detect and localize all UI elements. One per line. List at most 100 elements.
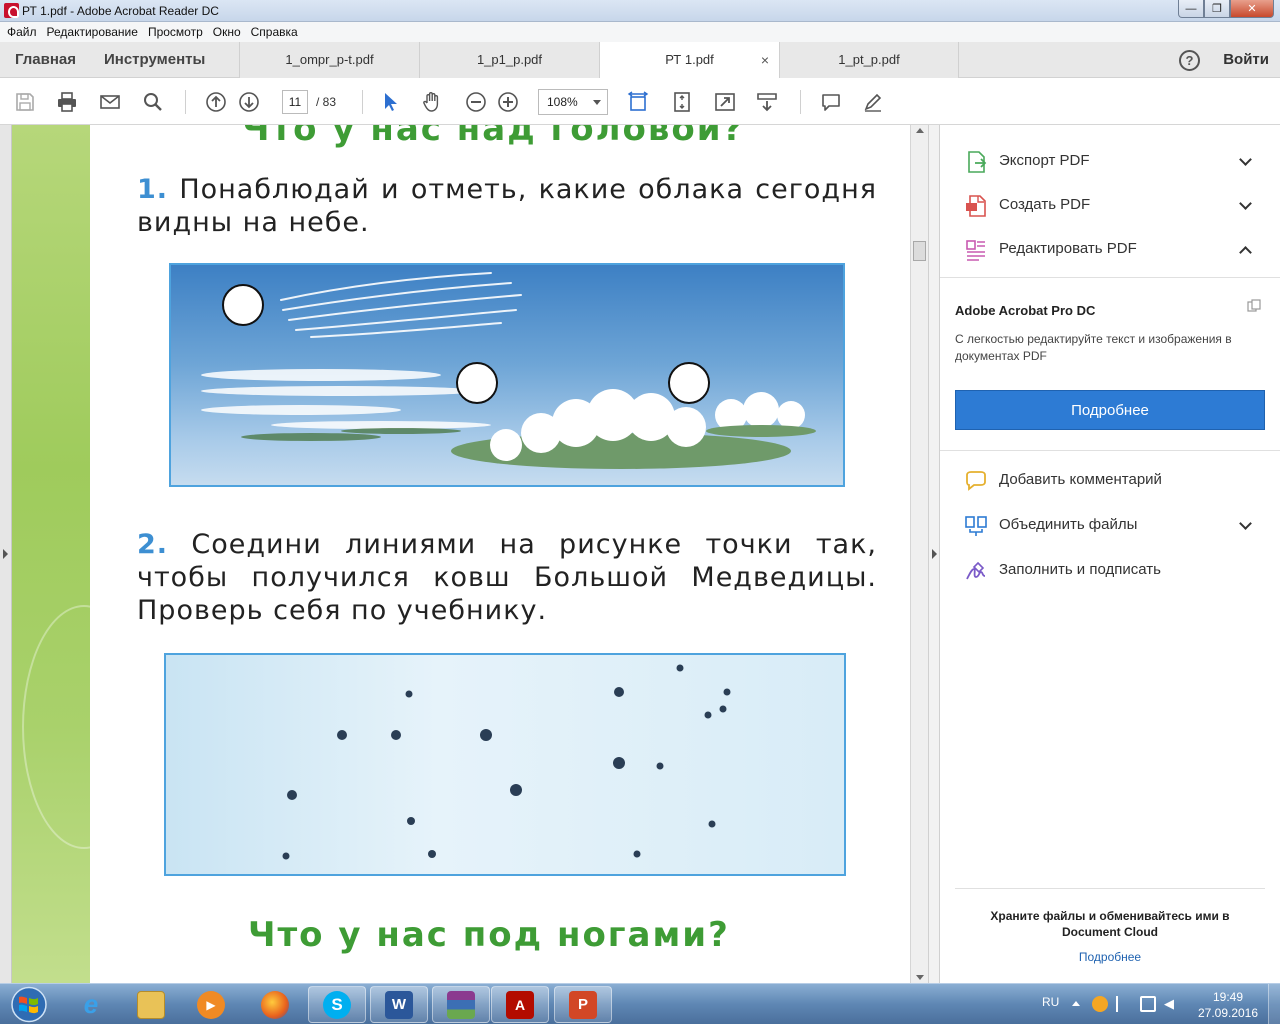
comment-tool-icon — [966, 471, 986, 491]
fullscreen-icon[interactable] — [713, 90, 737, 114]
sign-icon[interactable] — [861, 90, 885, 114]
zoom-out-icon[interactable] — [464, 90, 488, 114]
next-page-icon[interactable] — [237, 90, 261, 114]
tab-1-ompr-p-t[interactable]: 1_ompr_p-t.pdf — [239, 42, 419, 78]
comment-icon[interactable] — [819, 90, 843, 114]
search-icon[interactable] — [141, 90, 165, 114]
zoom-select[interactable]: 108% — [538, 89, 608, 115]
taskbar-firefox[interactable] — [246, 986, 304, 1023]
tab-1-pt-p[interactable]: 1_pt_p.pdf — [779, 42, 959, 78]
ie-icon: e — [83, 989, 99, 1019]
save-icon[interactable] — [13, 90, 37, 114]
taskbar-explorer[interactable] — [122, 986, 180, 1023]
help-icon[interactable]: ? — [1179, 50, 1200, 71]
scroll-up-icon[interactable] — [916, 128, 924, 133]
menu-window[interactable]: Окно — [208, 25, 246, 39]
media-player-icon: ▶ — [197, 990, 225, 1019]
taskbar-acrobat[interactable]: A — [491, 986, 549, 1023]
taskbar-ie[interactable]: e — [62, 986, 120, 1023]
flag-icon[interactable] — [1116, 996, 1132, 1012]
taskbar-powerpoint[interactable]: P — [554, 986, 612, 1023]
create-pdf-icon — [966, 195, 986, 217]
fit-page-icon[interactable] — [670, 90, 694, 114]
taskbar-media-player[interactable]: ▶ — [182, 986, 240, 1023]
chevron-up-icon[interactable] — [1239, 246, 1252, 259]
tool-fill-sign[interactable]: Заполнить и подписать — [940, 548, 1280, 592]
scroll-thumb[interactable] — [913, 241, 926, 261]
show-desktop-button[interactable] — [1268, 984, 1280, 1024]
nav-tools[interactable]: Инструменты — [104, 42, 205, 78]
tool-edit-pdf[interactable]: Редактировать PDF — [940, 227, 1280, 271]
menu-view[interactable]: Просмотр — [143, 25, 208, 39]
pin-icon[interactable] — [1246, 298, 1262, 314]
language-indicator[interactable]: RU — [1042, 995, 1059, 1009]
network-icon[interactable] — [1140, 996, 1156, 1012]
tool-create-pdf[interactable]: Создать PDF — [940, 183, 1280, 227]
scroll-down-icon[interactable] — [916, 975, 924, 980]
fit-width-icon[interactable] — [626, 90, 650, 114]
tool-label: Создать PDF — [999, 196, 1091, 213]
tab-close-icon[interactable]: × — [761, 42, 769, 78]
tool-label: Редактировать PDF — [999, 240, 1137, 257]
close-button[interactable]: ✕ — [1230, 0, 1274, 18]
prev-page-icon[interactable] — [204, 90, 228, 114]
star-dot — [614, 687, 624, 697]
menu-edit[interactable]: Редактирование — [42, 25, 143, 39]
menu-help[interactable]: Справка — [246, 25, 303, 39]
star-dot — [676, 664, 684, 672]
tool-add-comment[interactable]: Добавить комментарий — [940, 458, 1280, 502]
chevron-down-icon[interactable] — [1239, 197, 1252, 210]
star-dot — [719, 705, 727, 713]
explorer-icon — [137, 990, 165, 1019]
task-1-number: 1. — [137, 174, 169, 205]
star-dot — [613, 757, 625, 769]
select-cursor-icon[interactable] — [378, 90, 402, 114]
minimize-button[interactable]: — — [1178, 0, 1204, 18]
taskbar-skype[interactable]: S — [308, 986, 366, 1023]
heading-bottom: Что у нас под ногами? — [248, 915, 730, 955]
task-1: 1. Понаблюдай и отметь, какие облака сег… — [137, 173, 877, 239]
acrobat-app-icon — [4, 3, 19, 18]
print-icon[interactable] — [55, 90, 79, 114]
acrobat-icon: A — [506, 990, 534, 1019]
nav-home[interactable]: Главная — [15, 42, 76, 78]
star-dot — [510, 784, 522, 796]
chevron-down-icon[interactable] — [1239, 517, 1252, 530]
document-viewer[interactable]: Что у нас над головой? 1. Понаблюдай и о… — [0, 125, 928, 983]
right-panel-toggle[interactable] — [928, 125, 940, 983]
tool-combine-files[interactable]: Объединить файлы — [940, 503, 1280, 547]
vertical-scrollbar[interactable] — [910, 125, 928, 983]
task-2-number: 2. — [137, 529, 169, 560]
menu-file[interactable]: Файл — [2, 25, 42, 39]
left-panel-toggle[interactable] — [0, 125, 12, 983]
tab-bar: Главная Инструменты 1_ompr_p-t.pdf 1_p1_… — [0, 42, 1280, 79]
tray-expand-icon[interactable] — [1072, 1001, 1080, 1006]
tray-app-icon[interactable] — [1092, 996, 1108, 1012]
maximize-button[interactable]: ❐ — [1204, 0, 1230, 18]
signin-button[interactable]: Войти — [1223, 42, 1269, 78]
clock[interactable]: 19:49 27.09.2016 — [1196, 989, 1260, 1021]
promo-description: С легкостью редактируйте текст и изображ… — [955, 332, 1232, 363]
tool-export-pdf[interactable]: Экспорт PDF — [940, 139, 1280, 183]
tool-label: Объединить файлы — [999, 516, 1138, 533]
tab-rt1[interactable]: РТ 1.pdf × — [599, 42, 779, 79]
start-button[interactable] — [4, 985, 54, 1024]
stars-picture — [164, 653, 846, 876]
zoom-in-icon[interactable] — [496, 90, 520, 114]
page-number-input[interactable]: 11 — [282, 90, 308, 114]
learn-more-button[interactable]: Подробнее — [955, 390, 1265, 430]
cumulus-cloud — [451, 389, 816, 469]
tool-label: Экспорт PDF — [999, 152, 1090, 169]
chevron-down-icon[interactable] — [1239, 153, 1252, 166]
volume-icon[interactable]: ◀ — [1164, 996, 1180, 1012]
taskbar-word[interactable]: W — [370, 986, 428, 1023]
scroll-mode-icon[interactable] — [755, 90, 779, 114]
clouds-picture — [169, 263, 845, 487]
tab-1-p1-p[interactable]: 1_p1_p.pdf — [419, 42, 599, 78]
toolbar-separator — [362, 90, 363, 114]
menu-bar: Файл Редактирование Просмотр Окно Справк… — [0, 22, 1280, 42]
document-cloud-link[interactable]: Подробнее — [970, 950, 1250, 964]
taskbar-winrar[interactable] — [432, 986, 490, 1023]
hand-icon[interactable] — [420, 90, 444, 114]
email-icon[interactable] — [98, 90, 122, 114]
